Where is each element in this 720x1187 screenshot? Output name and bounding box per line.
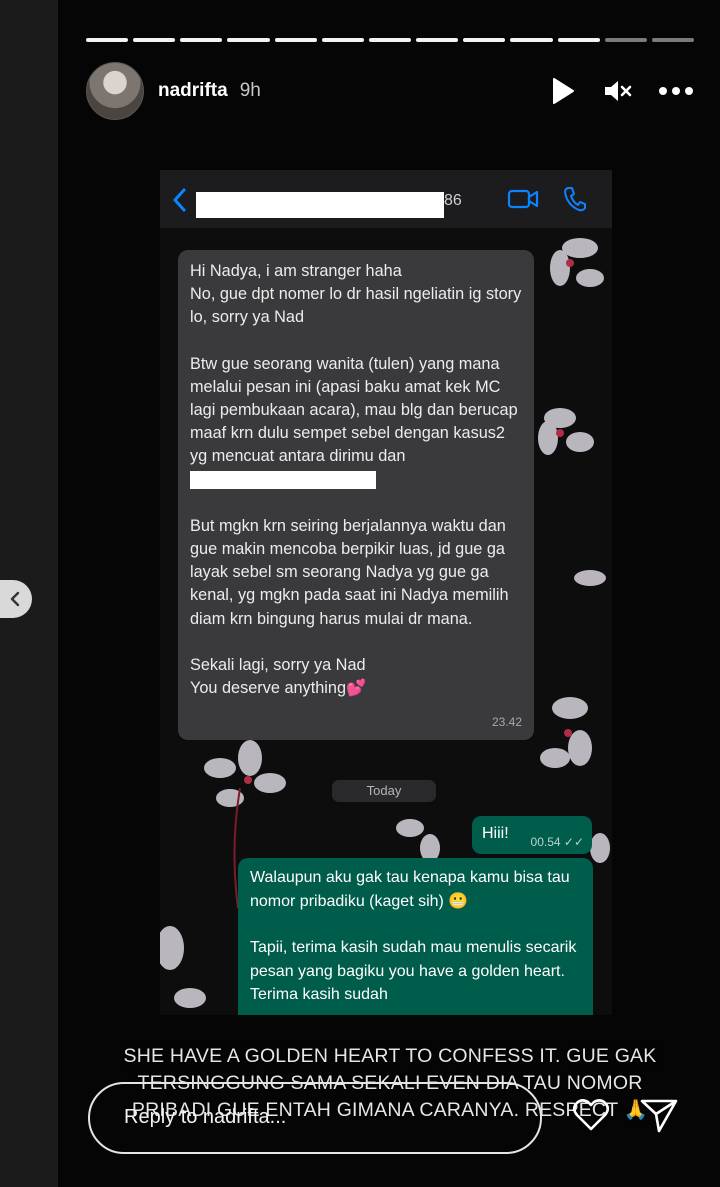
- username[interactable]: nadrifta: [158, 80, 228, 102]
- chevron-left-icon: [10, 591, 20, 607]
- chat-header: 86: [160, 170, 612, 228]
- message-paragraph: Sekali lagi, sorry ya Nad You deserve an…: [190, 655, 367, 698]
- message-paragraph: But mgkn krn seiring berjalannya waktu d…: [190, 516, 509, 628]
- progress-segment: [651, 38, 695, 42]
- progress-segment: [86, 38, 129, 42]
- back-icon[interactable]: [172, 188, 188, 212]
- outgoing-message: Hiii! 00.54 ✓✓: [472, 816, 592, 854]
- reply-input[interactable]: Reply to nadrifta...: [88, 1082, 542, 1154]
- like-heart-icon[interactable]: [572, 1098, 610, 1132]
- story-header: nadrifta 9h: [86, 62, 694, 120]
- progress-segment: [604, 38, 647, 42]
- more-options-icon[interactable]: [658, 86, 694, 96]
- progress-segment: [227, 38, 270, 42]
- progress-segment: [416, 38, 459, 42]
- incoming-message: Hi Nadya, i am stranger haha No, gue dpt…: [178, 250, 534, 740]
- date-divider: Today: [332, 780, 436, 802]
- contact-number-suffix: 86: [444, 192, 462, 209]
- progress-segment: [133, 38, 176, 42]
- read-receipt-icon: ✓✓: [563, 835, 584, 849]
- avatar[interactable]: [86, 62, 144, 120]
- progress-segment: [368, 38, 412, 42]
- redacted-contact-name: [196, 192, 444, 218]
- play-icon[interactable]: [550, 77, 576, 105]
- reply-placeholder: Reply to nadrifta...: [124, 1106, 287, 1128]
- mute-icon[interactable]: [602, 77, 632, 105]
- whatsapp-screenshot: 86 Hi Nadya, i am stranger haha No, gue …: [160, 170, 612, 1015]
- phone-icon[interactable]: [563, 186, 587, 212]
- redacted-name: [190, 471, 376, 490]
- progress-segment: [274, 38, 317, 42]
- message-paragraph: Walaupun aku gak tau kenapa kamu bisa ta…: [250, 869, 570, 910]
- message-paragraph: Hi Nadya, i am stranger haha No, gue dpt…: [190, 262, 522, 327]
- progress-segment: [180, 38, 223, 42]
- progress-segment: [463, 38, 506, 42]
- progress-segment: [321, 38, 364, 42]
- message-text: Hiii!: [482, 825, 509, 842]
- message-time: 23.42: [491, 714, 522, 729]
- progress-segment: [557, 38, 600, 42]
- message-paragraph: Btw gue seorang wanita (tulen) yang mana…: [190, 353, 522, 492]
- story-progress-bar: [86, 38, 695, 42]
- video-call-icon[interactable]: [507, 188, 539, 210]
- progress-segment: [510, 38, 553, 42]
- outgoing-message-long: Walaupun aku gak tau kenapa kamu bisa ta…: [238, 858, 593, 1015]
- send-icon[interactable]: [640, 1098, 678, 1134]
- message-paragraph: Tapii, terima kasih sudah mau menulis se…: [250, 939, 577, 1003]
- post-time: 9h: [239, 80, 261, 101]
- instagram-story-viewer: nadrifta 9h 86 Hi Nadya, i am stranger h…: [0, 0, 720, 1187]
- message-time: 00.54 ✓✓: [530, 835, 584, 849]
